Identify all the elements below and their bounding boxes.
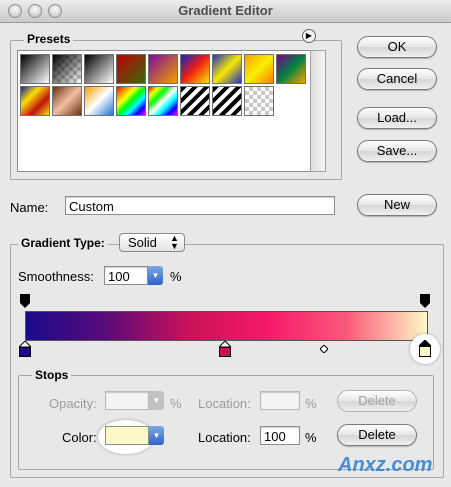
- preset-swatch[interactable]: [180, 54, 210, 84]
- gradient-type-label: Gradient Type:: [18, 236, 108, 250]
- preset-swatch[interactable]: [244, 54, 274, 84]
- delete-opacity-stop-button[interactable]: Delete: [337, 390, 417, 412]
- color-stop-middle[interactable]: [217, 340, 233, 357]
- updown-arrows-icon: ▲ ▼: [170, 233, 179, 251]
- preset-swatch[interactable]: [212, 54, 242, 84]
- name-input[interactable]: Custom: [65, 196, 335, 215]
- preset-swatch[interactable]: [212, 86, 242, 116]
- name-label: Name:: [10, 200, 49, 215]
- stops-label: Stops: [32, 368, 72, 382]
- gradient-bar[interactable]: [25, 311, 428, 341]
- opacity-input[interactable]: [105, 391, 149, 410]
- watermark-text: Anxz.com: [338, 454, 433, 476]
- preset-swatch[interactable]: [148, 54, 178, 84]
- ok-button[interactable]: OK: [357, 36, 437, 58]
- gradient-type-select[interactable]: Solid ▲ ▼: [119, 233, 185, 252]
- smoothness-label: Smoothness:: [18, 269, 94, 284]
- midpoint-diamond-icon[interactable]: [319, 341, 329, 354]
- opacity-stop-left[interactable]: [20, 294, 30, 308]
- preset-swatch[interactable]: [116, 86, 146, 116]
- location-unit-top: %: [305, 396, 317, 411]
- preset-swatch[interactable]: [180, 86, 210, 116]
- opacity-label: Opacity:: [49, 396, 97, 411]
- preset-swatch[interactable]: [116, 54, 146, 84]
- presets-scrollbar[interactable]: [310, 50, 326, 172]
- preset-swatch[interactable]: [84, 86, 114, 116]
- opacity-stop-right[interactable]: [420, 294, 430, 308]
- window-title: Gradient Editor: [178, 3, 273, 18]
- color-stop-left[interactable]: [17, 340, 33, 357]
- color-stop-right-selected[interactable]: [417, 339, 433, 357]
- cancel-button[interactable]: Cancel: [357, 68, 437, 90]
- opacity-unit: %: [170, 396, 182, 411]
- save-button[interactable]: Save...: [357, 140, 437, 162]
- smoothness-input[interactable]: 100: [104, 266, 148, 285]
- preset-swatch[interactable]: [20, 54, 50, 84]
- location-input-bottom[interactable]: 100: [260, 426, 300, 445]
- preset-swatch[interactable]: [84, 54, 114, 84]
- smoothness-unit: %: [170, 269, 182, 284]
- color-label: Color:: [62, 430, 97, 445]
- presets-label: Presets: [24, 32, 74, 46]
- location-label-bottom: Location:: [198, 430, 251, 445]
- preset-swatch[interactable]: [20, 86, 50, 116]
- gradient-type-value: Solid: [128, 235, 157, 250]
- color-dropdown-arrow-icon[interactable]: ▼: [149, 426, 164, 445]
- preset-swatch[interactable]: [52, 86, 82, 116]
- smoothness-dropdown-arrow-icon[interactable]: ▼: [148, 266, 163, 285]
- location-input-top[interactable]: [260, 391, 300, 410]
- location-label-top: Location:: [198, 396, 251, 411]
- load-button[interactable]: Load...: [357, 107, 437, 129]
- preset-swatch[interactable]: [52, 54, 82, 84]
- location-unit-bottom: %: [305, 430, 317, 445]
- new-button[interactable]: New: [357, 194, 437, 216]
- preset-swatch[interactable]: [244, 86, 274, 116]
- presets-menu-arrow-icon[interactable]: ▶: [302, 29, 316, 43]
- opacity-dropdown-arrow-icon[interactable]: ▼: [149, 391, 164, 410]
- preset-swatch[interactable]: [276, 54, 306, 84]
- delete-color-stop-button[interactable]: Delete: [337, 424, 417, 446]
- color-swatch[interactable]: [105, 426, 149, 445]
- preset-swatch[interactable]: [148, 86, 178, 116]
